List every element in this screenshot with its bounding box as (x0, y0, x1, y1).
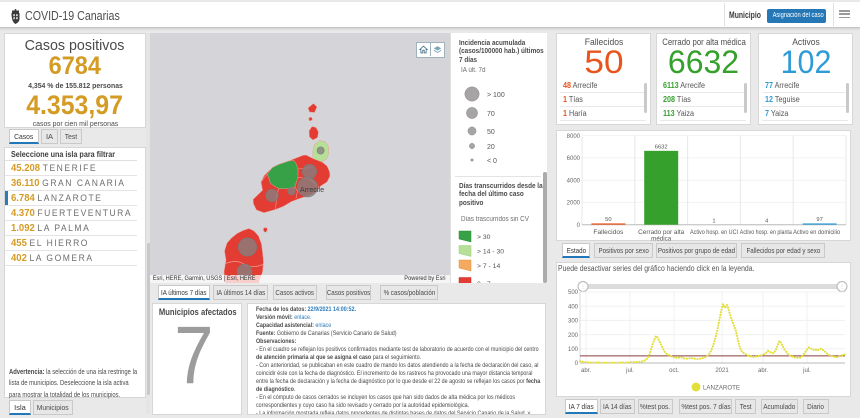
svg-text:abr.: abr. (581, 368, 591, 374)
svg-text:Arrecife: Arrecife (300, 187, 324, 194)
svg-text:4: 4 (765, 219, 769, 225)
svg-text:jul.: jul. (625, 368, 634, 374)
svg-text:50: 50 (605, 217, 611, 223)
svg-text:> 30: > 30 (477, 234, 491, 241)
svg-text:6000: 6000 (567, 156, 581, 162)
svg-text:1: 1 (712, 219, 715, 225)
svg-text:0 - 7: 0 - 7 (477, 281, 491, 283)
svg-text:médica: médica (651, 237, 672, 242)
svg-text:Fallecidos: Fallecidos (593, 230, 623, 236)
svg-text:100: 100 (568, 347, 579, 353)
svg-text:> 7 - 14: > 7 - 14 (477, 263, 500, 270)
svg-text:jul.: jul. (802, 368, 811, 374)
svg-text:LANZAROTE: LANZAROTE (703, 385, 740, 392)
svg-text:> 14 - 30: > 14 - 30 (477, 249, 504, 256)
svg-text:0: 0 (575, 361, 579, 367)
svg-text:Activo hosp. en planta: Activo hosp. en planta (740, 230, 793, 236)
svg-text:200: 200 (568, 333, 579, 339)
svg-text:0: 0 (577, 223, 581, 229)
svg-text:⋮: ⋮ (581, 285, 586, 291)
svg-text:Activo hosp. en UCI: Activo hosp. en UCI (690, 230, 738, 236)
svg-text:abr.: abr. (758, 368, 768, 374)
svg-text:Cerrado por alta: Cerrado por alta (638, 230, 685, 236)
svg-text:oct.: oct. (669, 368, 679, 374)
svg-text:6632: 6632 (655, 145, 668, 151)
svg-text:500: 500 (568, 290, 579, 296)
svg-text:300: 300 (568, 319, 579, 325)
svg-text:2000: 2000 (567, 201, 581, 207)
svg-text:70: 70 (487, 111, 495, 118)
svg-text:> 100: > 100 (487, 92, 505, 99)
svg-text:20: 20 (487, 144, 495, 151)
svg-text:2021: 2021 (715, 368, 729, 374)
svg-text:8000: 8000 (567, 134, 581, 140)
svg-text:97: 97 (816, 217, 822, 223)
svg-text:50: 50 (487, 129, 495, 136)
svg-text:400: 400 (568, 304, 579, 310)
svg-text:Activo en domicilio: Activo en domicilio (793, 230, 841, 236)
svg-text:⋮: ⋮ (840, 285, 845, 291)
svg-text:4000: 4000 (567, 178, 581, 184)
svg-text:< 0: < 0 (487, 158, 497, 165)
